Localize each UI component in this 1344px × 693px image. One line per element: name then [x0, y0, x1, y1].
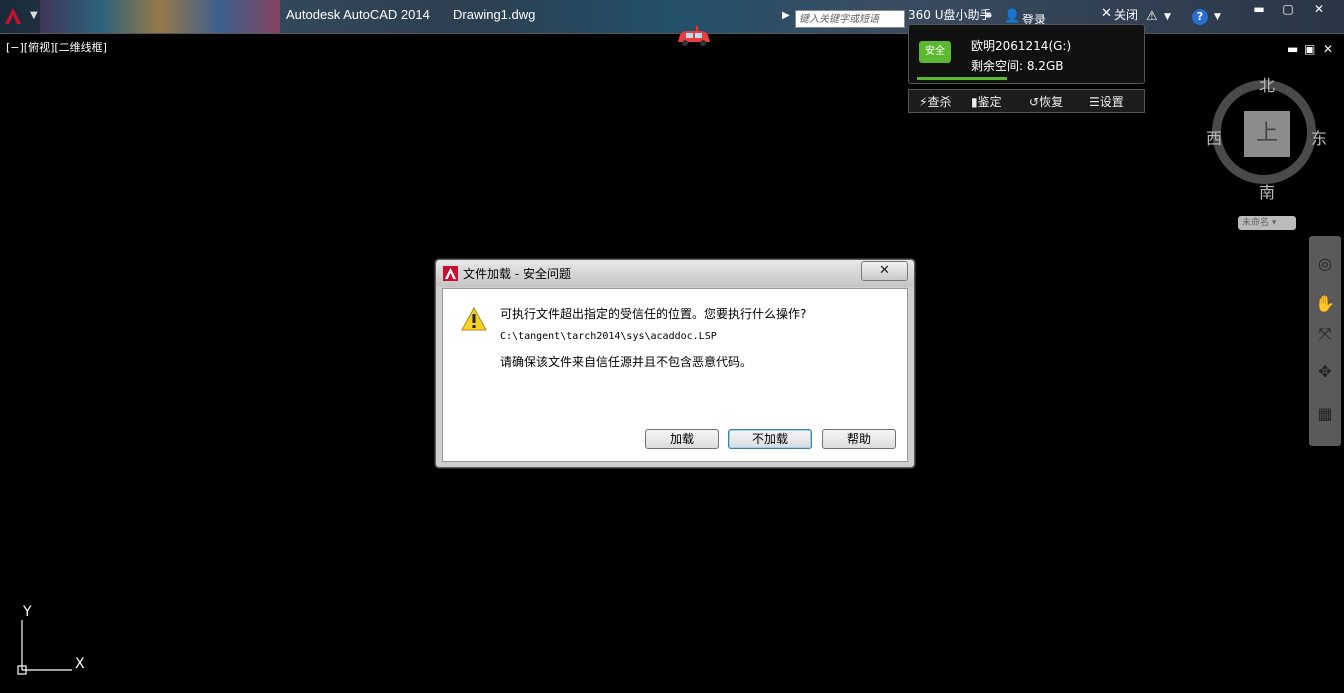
- car-widget-icon[interactable]: [674, 26, 714, 48]
- help-chevron-icon[interactable]: ▼: [1214, 12, 1221, 22]
- wcs-menu-label: 未命名: [1242, 218, 1270, 228]
- steering-wheel-icon[interactable]: ◎: [1313, 252, 1337, 276]
- usb-helper-toolbar: ⚡查杀 ▮鉴定 ↺恢复 ☰设置: [908, 89, 1145, 113]
- compass-west[interactable]: 西: [1206, 125, 1222, 149]
- autocad-logo-icon: [443, 266, 458, 281]
- binoculars-icon[interactable]: ⚭: [983, 9, 994, 24]
- usb-safe-badge: 安全: [919, 41, 951, 63]
- app-title: Autodesk AutoCAD 2014: [286, 7, 430, 22]
- dialog-note: 请确保该文件来自信任源并且不包含恶意代码。: [500, 355, 753, 369]
- dialog-question: 可执行文件超出指定的受信任的位置。您要执行什么操作?: [500, 307, 807, 321]
- dialog-content: 可执行文件超出指定的受信任的位置。您要执行什么操作? C:\tangent\ta…: [442, 288, 908, 462]
- user-icon[interactable]: 👤: [1004, 9, 1020, 24]
- exchange-chevron-icon[interactable]: ▼: [1164, 12, 1171, 22]
- dialog-title-bar[interactable]: 文件加载 - 安全问题 ✕: [436, 260, 914, 287]
- search-expand-icon[interactable]: ▶: [782, 10, 790, 21]
- compass-east[interactable]: 东: [1311, 125, 1327, 149]
- viewport-restore-button[interactable]: ▣: [1304, 42, 1315, 56]
- dialog-file-path: C:\tangent\tarch2014\sys\acaddoc.LSP: [500, 331, 717, 342]
- usb-identify-button[interactable]: ▮鉴定: [971, 93, 1002, 110]
- viewcube-top-face[interactable]: 上: [1244, 111, 1290, 157]
- autocad-logo-icon[interactable]: [4, 7, 22, 25]
- wcs-menu[interactable]: 未命名 ▾: [1238, 216, 1296, 230]
- pan-hand-icon[interactable]: ✋: [1313, 292, 1337, 316]
- close-helper-label[interactable]: 关闭: [1114, 6, 1138, 23]
- title-bar-banner: [40, 0, 280, 33]
- warning-icon: [461, 307, 487, 331]
- viewport-close-button[interactable]: ✕: [1323, 42, 1333, 56]
- close-helper-icon[interactable]: ✕: [1101, 6, 1112, 21]
- usb-scan-label: 查杀: [927, 95, 952, 109]
- compass-south[interactable]: 南: [1259, 179, 1275, 203]
- search-input[interactable]: 键入关键字或短语: [795, 10, 905, 28]
- usb-usage-bar: [917, 77, 1007, 80]
- usb-scan-button[interactable]: ⚡查杀: [919, 93, 951, 110]
- usb-drive-name: 欧明2061214(G:): [971, 39, 1072, 53]
- usb-settings-button[interactable]: ☰设置: [1089, 93, 1124, 110]
- minimize-button[interactable]: ▬: [1246, 2, 1272, 18]
- compass-north[interactable]: 北: [1259, 72, 1275, 96]
- load-button[interactable]: 加载: [645, 429, 719, 449]
- usb-restore-label: 恢复: [1039, 95, 1064, 109]
- app-menu-chevron-icon[interactable]: ▼: [30, 10, 38, 21]
- usb-helper-panel: 安全 欧明2061214(G:) 剩余空间: 8.2GB: [908, 24, 1145, 84]
- usb-helper-title: 360 U盘小助手: [908, 8, 992, 22]
- orbit-icon[interactable]: ✥: [1313, 360, 1337, 384]
- usb-free-space: 剩余空间: 8.2GB: [971, 59, 1064, 73]
- close-window-button[interactable]: ✕: [1306, 2, 1332, 18]
- restore-button[interactable]: ▢: [1275, 2, 1301, 18]
- showmotion-icon[interactable]: ▦: [1313, 402, 1337, 426]
- dialog-title: 文件加载 - 安全问题: [463, 267, 571, 281]
- ucs-icon: Y X: [17, 604, 85, 675]
- zoom-extents-icon[interactable]: ⤧: [1313, 322, 1337, 346]
- usb-identify-label: 鉴定: [977, 95, 1002, 109]
- exchange-icon[interactable]: ⚠: [1146, 9, 1158, 24]
- help-button[interactable]: 帮助: [822, 429, 896, 449]
- viewport-controls-label[interactable]: [−][俯视][二维线框]: [6, 39, 107, 55]
- usb-restore-button[interactable]: ↺恢复: [1029, 93, 1063, 110]
- document-title: Drawing1.dwg: [453, 7, 536, 22]
- usb-settings-label: 设置: [1099, 95, 1124, 109]
- viewport-minimize-button[interactable]: ▬: [1287, 42, 1298, 56]
- file-load-security-dialog: 文件加载 - 安全问题 ✕ 可执行文件超出指定的受信任的位置。您要执行什么操作?…: [435, 259, 915, 468]
- dialog-close-button[interactable]: ✕: [861, 261, 908, 281]
- ucs-y-label: Y: [22, 604, 32, 620]
- help-button[interactable]: ?: [1192, 9, 1208, 25]
- navigation-bar: ◎ ✋ ⤧ ✥ ▦: [1309, 236, 1341, 446]
- ucs-x-label: X: [75, 656, 85, 672]
- do-not-load-button[interactable]: 不加载: [728, 429, 812, 449]
